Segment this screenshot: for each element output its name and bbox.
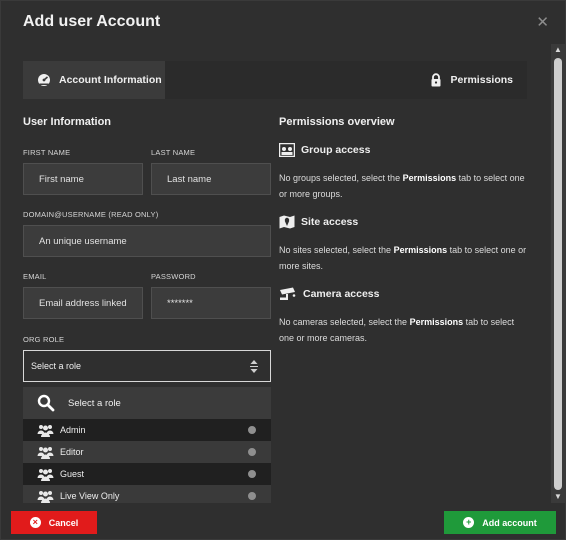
role-option-label: Admin	[60, 425, 86, 435]
camera-access-text: No cameras selected, select the Permissi…	[279, 314, 529, 346]
role-option-label: Live View Only	[60, 491, 120, 501]
users-icon	[37, 425, 54, 437]
role-radio[interactable]	[248, 470, 256, 478]
role-dropdown: Select a role Admin Editor Guest Live Vi…	[23, 387, 271, 503]
password-input[interactable]: *******	[151, 287, 271, 319]
site-access-text-before: No sites selected, select the	[279, 245, 394, 255]
last-name-input[interactable]	[151, 163, 271, 195]
scroll-up-icon[interactable]: ▲	[551, 44, 565, 56]
cancel-button[interactable]: × Cancel	[11, 511, 97, 534]
camera-access-text-before: No cameras selected, select the	[279, 317, 410, 327]
group-access-text: No groups selected, select the Permissio…	[279, 170, 529, 202]
scrollbar[interactable]: ▲ ▼	[551, 44, 565, 503]
role-radio[interactable]	[248, 426, 256, 434]
lock-icon	[429, 73, 443, 87]
scroll-thumb[interactable]	[554, 58, 562, 490]
role-option-guest[interactable]: Guest	[23, 463, 271, 485]
email-label: EMAIL	[23, 272, 47, 281]
users-icon	[37, 469, 54, 481]
group-permissions-link[interactable]: Permissions	[403, 173, 457, 183]
permissions-overview-heading: Permissions overview	[279, 116, 395, 128]
org-role-selected: Select a role	[31, 361, 82, 371]
username-input[interactable]	[23, 225, 271, 257]
tab-account-label: Account Information	[59, 74, 162, 86]
camera-icon	[280, 287, 296, 300]
camera-access-title: Camera access	[303, 288, 380, 300]
tab-permissions-label: Permissions	[450, 74, 513, 86]
add-icon: +	[463, 517, 475, 528]
close-icon[interactable]: ✕	[536, 15, 549, 30]
role-search[interactable]: Select a role	[23, 387, 271, 419]
role-search-label: Select a role	[68, 397, 121, 409]
org-role-label: ORG ROLE	[23, 335, 65, 344]
add-account-button[interactable]: + Add account	[444, 511, 556, 534]
site-access-title: Site access	[301, 216, 359, 228]
tab-account-information[interactable]: Account Information	[23, 61, 165, 99]
tab-permissions[interactable]: Permissions	[429, 61, 513, 99]
role-option-live-view-only[interactable]: Live View Only	[23, 485, 271, 503]
search-icon	[37, 394, 55, 412]
role-option-label: Editor	[60, 447, 84, 457]
email-input[interactable]	[23, 287, 143, 319]
add-user-dialog: Add user Account ✕ ▲ ▼ Account Informati…	[0, 0, 566, 540]
users-icon	[37, 447, 54, 459]
users-icon	[37, 491, 54, 503]
add-account-label: Add account	[482, 517, 537, 528]
role-radio[interactable]	[248, 448, 256, 456]
camera-permissions-link[interactable]: Permissions	[410, 317, 464, 327]
role-option-editor[interactable]: Editor	[23, 441, 271, 463]
org-role-select[interactable]: Select a role	[23, 350, 271, 382]
role-radio[interactable]	[248, 492, 256, 500]
first-name-label: FIRST NAME	[23, 148, 71, 157]
username-label: DOMAIN@USERNAME (READ ONLY)	[23, 210, 159, 219]
role-option-admin[interactable]: Admin	[23, 419, 271, 441]
group-access-title: Group access	[301, 144, 371, 156]
scroll-down-icon[interactable]: ▼	[551, 491, 565, 503]
password-label: PASSWORD	[151, 272, 196, 281]
cancel-icon: ×	[29, 517, 41, 528]
role-option-label: Guest	[60, 469, 85, 479]
last-name-label: LAST NAME	[151, 148, 196, 157]
dialog-title: Add user Account	[23, 13, 161, 30]
group-access-heading: Group access	[279, 143, 370, 157]
camera-access-heading: Camera access	[279, 287, 379, 301]
user-information-heading: User Information	[23, 116, 112, 128]
site-access-heading: Site access	[279, 215, 358, 229]
first-name-input[interactable]	[23, 163, 143, 195]
site-access-text: No sites selected, select the Permission…	[279, 242, 529, 274]
tab-bar: Account Information Permissions	[23, 61, 527, 99]
map-icon	[279, 215, 295, 229]
group-access-text-before: No groups selected, select the	[279, 173, 403, 183]
group-icon	[279, 143, 295, 157]
sort-arrows-icon	[250, 360, 258, 373]
cancel-label: Cancel	[48, 517, 79, 528]
site-permissions-link[interactable]: Permissions	[394, 245, 448, 255]
gauge-icon	[37, 73, 51, 87]
